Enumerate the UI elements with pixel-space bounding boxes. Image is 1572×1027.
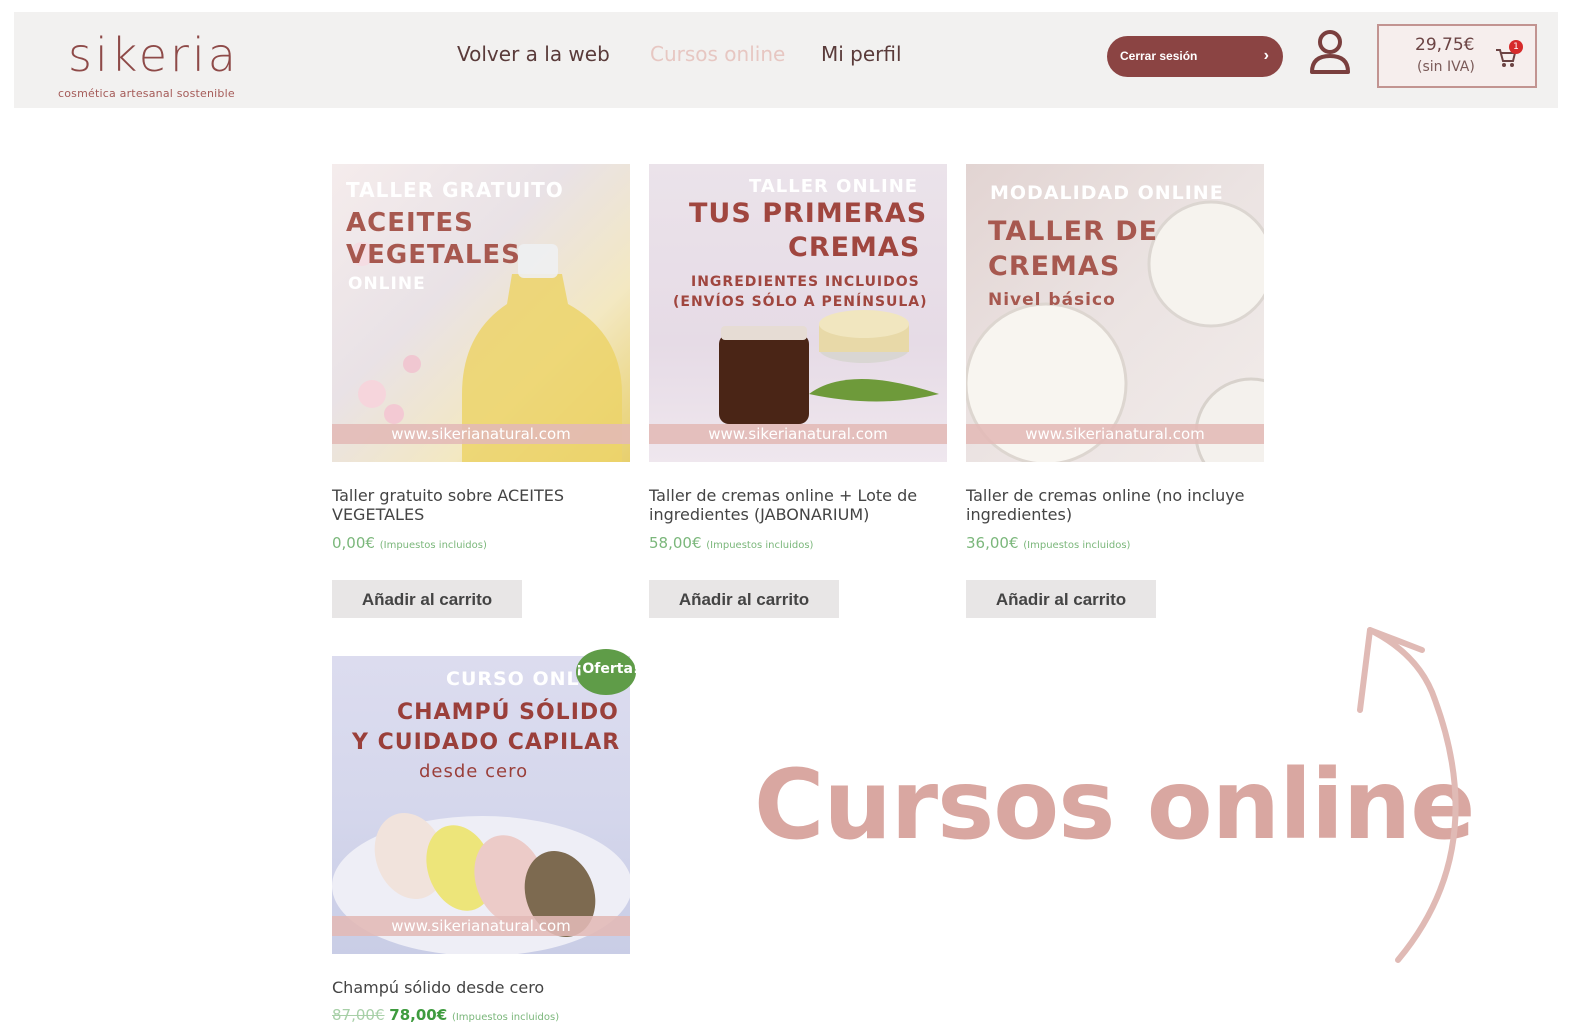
image-heading: TALLER DE xyxy=(988,216,1159,247)
logo-wordmark: sikeria xyxy=(68,28,239,82)
product-image-champu[interactable]: CURSO ONLINE CHAMPÚ SÓLIDO Y CUIDADO CAP… xyxy=(332,656,630,954)
cart-summary[interactable]: 29,75€ (sin IVA) 1 xyxy=(1377,24,1537,88)
product-title[interactable]: Taller gratuito sobre ACEITES VEGETALES xyxy=(332,486,622,524)
product-title[interactable]: Taller de cremas online + Lote de ingred… xyxy=(649,486,944,524)
price-value: 58,00€ xyxy=(649,534,702,552)
logo-tagline: cosmética artesanal sostenible xyxy=(58,87,235,100)
image-heading: MODALIDAD ONLINE xyxy=(990,182,1224,204)
product-price: 36,00€ (Impuestos incluidos) xyxy=(966,534,1130,555)
product-title[interactable]: Taller de cremas online (no incluye ingr… xyxy=(966,486,1266,524)
product-price: 87,00€ 78,00€ (Impuestos incluidos) xyxy=(332,1006,559,1027)
product-title[interactable]: Champú sólido desde cero xyxy=(332,978,627,997)
image-website: www.sikerianatural.com xyxy=(332,424,630,444)
add-to-cart-button[interactable]: Añadir al carrito xyxy=(332,580,522,618)
tax-note: (Impuestos incluidos) xyxy=(451,1012,560,1023)
image-heading: ACEITES xyxy=(346,208,474,238)
image-heading: TALLER GRATUITO xyxy=(346,178,564,202)
product-image-cremas-lote[interactable]: TALLER ONLINE TUS PRIMERAS CREMAS INGRED… xyxy=(649,164,947,462)
tax-note: (Impuestos incluidos) xyxy=(1023,540,1131,551)
price-value: 78,00€ xyxy=(389,1006,448,1024)
cart-amount: 29,75€ xyxy=(1415,35,1475,55)
nav-link-my-profile[interactable]: Mi perfil xyxy=(821,40,902,68)
image-heading: CHAMPÚ SÓLIDO xyxy=(397,700,619,725)
old-price: 87,00€ xyxy=(332,1006,385,1024)
image-subheading: Nivel básico xyxy=(988,290,1116,310)
offer-badge: ¡Oferta! xyxy=(576,649,639,695)
image-heading: ONLINE xyxy=(348,274,426,294)
image-website: www.sikerianatural.com xyxy=(332,916,630,936)
product-price: 58,00€ (Impuestos incluidos) xyxy=(649,534,813,555)
image-website: www.sikerianatural.com xyxy=(966,424,1264,444)
image-heading: VEGETALES xyxy=(346,240,521,270)
image-website: www.sikerianatural.com xyxy=(649,424,947,444)
logout-button[interactable]: Cerrar sesión › xyxy=(1107,36,1283,77)
image-subheading: INGREDIENTES INCLUIDOS xyxy=(691,274,920,290)
image-heading: CREMAS xyxy=(788,232,921,263)
chevron-right-icon: › xyxy=(1263,47,1269,64)
logout-label: Cerrar sesión xyxy=(1120,49,1198,63)
tax-note: (Impuestos incluidos) xyxy=(379,540,487,551)
image-subheading: (ENVÍOS SÓLO A PENÍNSULA) xyxy=(673,294,928,310)
nav-link-online-courses[interactable]: Cursos online xyxy=(650,40,785,68)
price-value: 0,00€ xyxy=(332,534,375,552)
image-subheading: desde cero xyxy=(419,761,529,782)
cream-bowls-illustration xyxy=(966,200,1264,462)
nav-link-back-to-web[interactable]: Volver a la web xyxy=(457,40,610,68)
site-header: sikeria cosmética artesanal sostenible V… xyxy=(14,12,1558,108)
price-value: 36,00€ xyxy=(966,534,1019,552)
cart-tax-note: (sin IVA) xyxy=(1417,59,1475,75)
product-image-cremas-basico[interactable]: MODALIDAD ONLINE TALLER DE CREMAS Nivel … xyxy=(966,164,1264,462)
cart-count-badge: 1 xyxy=(1509,40,1523,54)
tax-note: (Impuestos incluidos) xyxy=(706,540,814,551)
image-heading: Y CUIDADO CAPILAR xyxy=(352,730,621,755)
product-price: 0,00€ (Impuestos incluidos) xyxy=(332,534,487,555)
image-heading: CREMAS xyxy=(988,251,1121,282)
logo[interactable]: sikeria cosmética artesanal sostenible xyxy=(58,28,278,100)
user-icon[interactable] xyxy=(1308,28,1352,76)
image-heading: TALLER ONLINE xyxy=(749,176,919,197)
product-image-aceites[interactable]: TALLER GRATUITO ACEITES VEGETALES ONLINE… xyxy=(332,164,630,462)
add-to-cart-button[interactable]: Añadir al carrito xyxy=(649,580,839,618)
add-to-cart-button[interactable]: Añadir al carrito xyxy=(966,580,1156,618)
curved-arrow-icon xyxy=(1357,627,1459,963)
image-heading: TUS PRIMERAS xyxy=(689,198,928,229)
